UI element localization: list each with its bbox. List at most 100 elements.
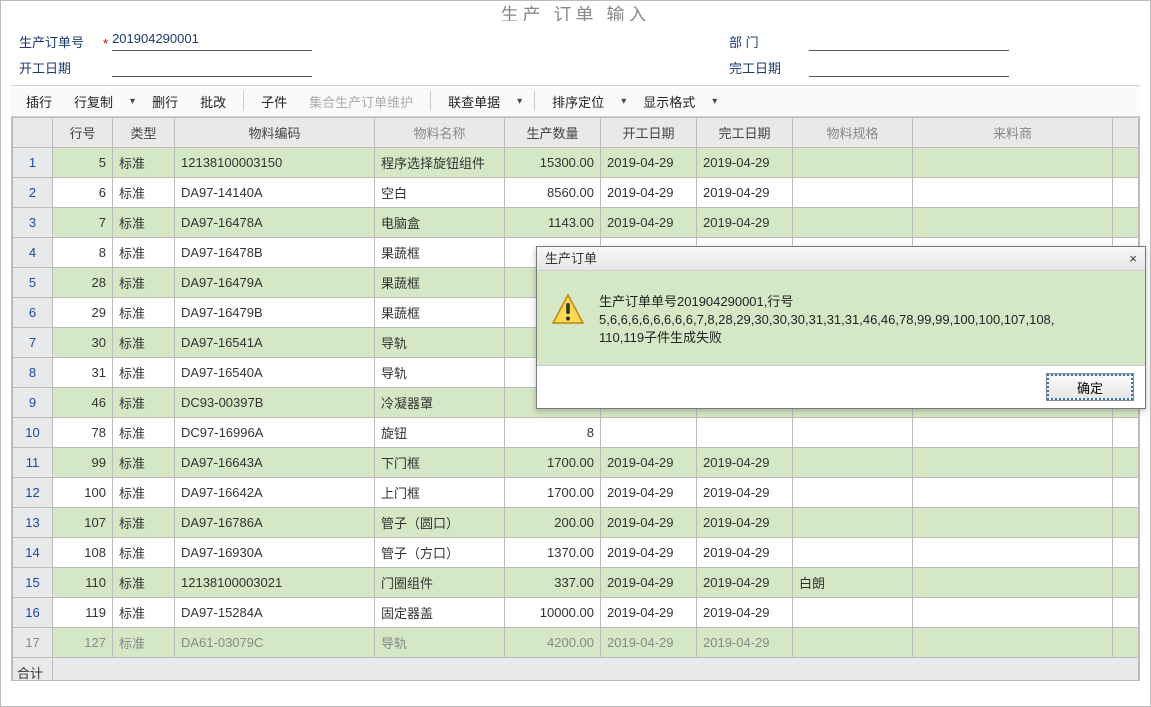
cell-start[interactable]: 2019-04-29 xyxy=(601,598,697,628)
cell-name[interactable]: 管子（圆口） xyxy=(375,508,505,538)
cell-line[interactable]: 8 xyxy=(53,238,113,268)
cell-name[interactable]: 空白 xyxy=(375,178,505,208)
row-number[interactable]: 1 xyxy=(13,148,53,178)
cell-line[interactable]: 29 xyxy=(53,298,113,328)
cell-line[interactable]: 5 xyxy=(53,148,113,178)
cell-name[interactable]: 果蔬框 xyxy=(375,238,505,268)
row-number[interactable]: 16 xyxy=(13,598,53,628)
cell-type[interactable]: 标准 xyxy=(113,568,175,598)
cell-type[interactable]: 标准 xyxy=(113,148,175,178)
cell-name[interactable]: 门圈组件 xyxy=(375,568,505,598)
cell-name[interactable]: 果蔬框 xyxy=(375,298,505,328)
display-format-button[interactable]: 显示格式 xyxy=(632,89,706,114)
cell-name[interactable]: 程序选择旋钮组件 xyxy=(375,148,505,178)
cell-code[interactable]: DC97-16996A xyxy=(175,418,375,448)
cell-name[interactable]: 导轨 xyxy=(375,358,505,388)
row-number[interactable]: 10 xyxy=(13,418,53,448)
cell-type[interactable]: 标准 xyxy=(113,178,175,208)
batch-edit-button[interactable]: 批改 xyxy=(189,89,237,114)
cell-code[interactable]: DA97-16541A xyxy=(175,328,375,358)
cell-code[interactable]: 12138100003021 xyxy=(175,568,375,598)
col-qty[interactable]: 生产数量 xyxy=(505,118,601,148)
cell-end[interactable]: 2019-04-29 xyxy=(697,598,793,628)
cell-tail[interactable] xyxy=(1113,598,1139,628)
cell-name[interactable]: 管子（方口） xyxy=(375,538,505,568)
cell-qty[interactable]: 4200.00 xyxy=(505,628,601,658)
col-start[interactable]: 开工日期 xyxy=(601,118,697,148)
row-number[interactable]: 12 xyxy=(13,478,53,508)
row-number[interactable]: 13 xyxy=(13,508,53,538)
cell-end[interactable]: 2019-04-29 xyxy=(697,538,793,568)
cell-name[interactable]: 冷凝器罩 xyxy=(375,388,505,418)
start-date-input[interactable] xyxy=(112,57,312,77)
cell-tail[interactable] xyxy=(1113,538,1139,568)
cell-name[interactable]: 果蔬框 xyxy=(375,268,505,298)
row-number[interactable]: 6 xyxy=(13,298,53,328)
cell-tail[interactable] xyxy=(1113,208,1139,238)
row-number[interactable]: 11 xyxy=(13,448,53,478)
cell-start[interactable]: 2019-04-29 xyxy=(601,508,697,538)
cell-code[interactable]: 12138100003150 xyxy=(175,148,375,178)
cell-line[interactable]: 119 xyxy=(53,598,113,628)
cell-line[interactable]: 7 xyxy=(53,208,113,238)
cell-code[interactable]: DA61-03079C xyxy=(175,628,375,658)
cell-vendor[interactable] xyxy=(913,478,1113,508)
row-number[interactable]: 8 xyxy=(13,358,53,388)
cell-line[interactable]: 127 xyxy=(53,628,113,658)
cell-qty[interactable]: 200.00 xyxy=(505,508,601,538)
sort-dropdown-icon[interactable]: ▾ xyxy=(615,96,632,107)
table-row[interactable]: 15标准12138100003150程序选择旋钮组件15300.002019-0… xyxy=(13,148,1139,178)
cell-type[interactable]: 标准 xyxy=(113,328,175,358)
cell-code[interactable]: DC93-00397B xyxy=(175,388,375,418)
cell-code[interactable]: DA97-16786A xyxy=(175,508,375,538)
linked-docs-dropdown-icon[interactable]: ▾ xyxy=(511,96,528,107)
cell-type[interactable]: 标准 xyxy=(113,388,175,418)
cell-type[interactable]: 标准 xyxy=(113,268,175,298)
cell-type[interactable]: 标准 xyxy=(113,538,175,568)
cell-end[interactable]: 2019-04-29 xyxy=(697,478,793,508)
cell-end[interactable]: 2019-04-29 xyxy=(697,568,793,598)
col-vendor[interactable]: 来料商 xyxy=(913,118,1113,148)
cell-line[interactable]: 100 xyxy=(53,478,113,508)
col-line[interactable]: 行号 xyxy=(53,118,113,148)
cell-qty[interactable]: 1700.00 xyxy=(505,448,601,478)
dept-input[interactable] xyxy=(809,31,1009,51)
cell-start[interactable]: 2019-04-29 xyxy=(601,148,697,178)
child-parts-button[interactable]: 子件 xyxy=(250,89,298,114)
cell-code[interactable]: DA97-16478A xyxy=(175,208,375,238)
table-row[interactable]: 1078标准DC97-16996A旋钮8 xyxy=(13,418,1139,448)
col-type[interactable]: 类型 xyxy=(113,118,175,148)
cell-vendor[interactable] xyxy=(913,448,1113,478)
row-number[interactable]: 9 xyxy=(13,388,53,418)
cell-type[interactable]: 标准 xyxy=(113,358,175,388)
cell-qty[interactable]: 15300.00 xyxy=(505,148,601,178)
cell-code[interactable]: DA97-14140A xyxy=(175,178,375,208)
col-end[interactable]: 完工日期 xyxy=(697,118,793,148)
cell-end[interactable]: 2019-04-29 xyxy=(697,148,793,178)
cell-tail[interactable] xyxy=(1113,418,1139,448)
row-number[interactable]: 4 xyxy=(13,238,53,268)
cell-spec[interactable] xyxy=(793,448,913,478)
cell-spec[interactable] xyxy=(793,538,913,568)
row-number[interactable]: 7 xyxy=(13,328,53,358)
table-row[interactable]: 12100标准DA97-16642A上门框1700.002019-04-2920… xyxy=(13,478,1139,508)
cell-spec[interactable] xyxy=(793,628,913,658)
row-number[interactable]: 15 xyxy=(13,568,53,598)
end-date-input[interactable] xyxy=(809,57,1009,77)
cell-vendor[interactable] xyxy=(913,568,1113,598)
cell-spec[interactable] xyxy=(793,508,913,538)
col-code[interactable]: 物料编码 xyxy=(175,118,375,148)
cell-type[interactable]: 标准 xyxy=(113,628,175,658)
table-row[interactable]: 13107标准DA97-16786A管子（圆口）200.002019-04-29… xyxy=(13,508,1139,538)
cell-qty[interactable]: 1700.00 xyxy=(505,478,601,508)
close-icon[interactable]: × xyxy=(1129,247,1137,271)
cell-start[interactable] xyxy=(601,418,697,448)
cell-start[interactable]: 2019-04-29 xyxy=(601,568,697,598)
cell-type[interactable]: 标准 xyxy=(113,208,175,238)
cell-line[interactable]: 28 xyxy=(53,268,113,298)
table-row[interactable]: 14108标准DA97-16930A管子（方口）1370.002019-04-2… xyxy=(13,538,1139,568)
order-no-input[interactable]: 201904290001 xyxy=(112,31,312,51)
row-number[interactable]: 14 xyxy=(13,538,53,568)
cell-tail[interactable] xyxy=(1113,628,1139,658)
copy-row-dropdown-icon[interactable]: ▾ xyxy=(124,96,141,107)
